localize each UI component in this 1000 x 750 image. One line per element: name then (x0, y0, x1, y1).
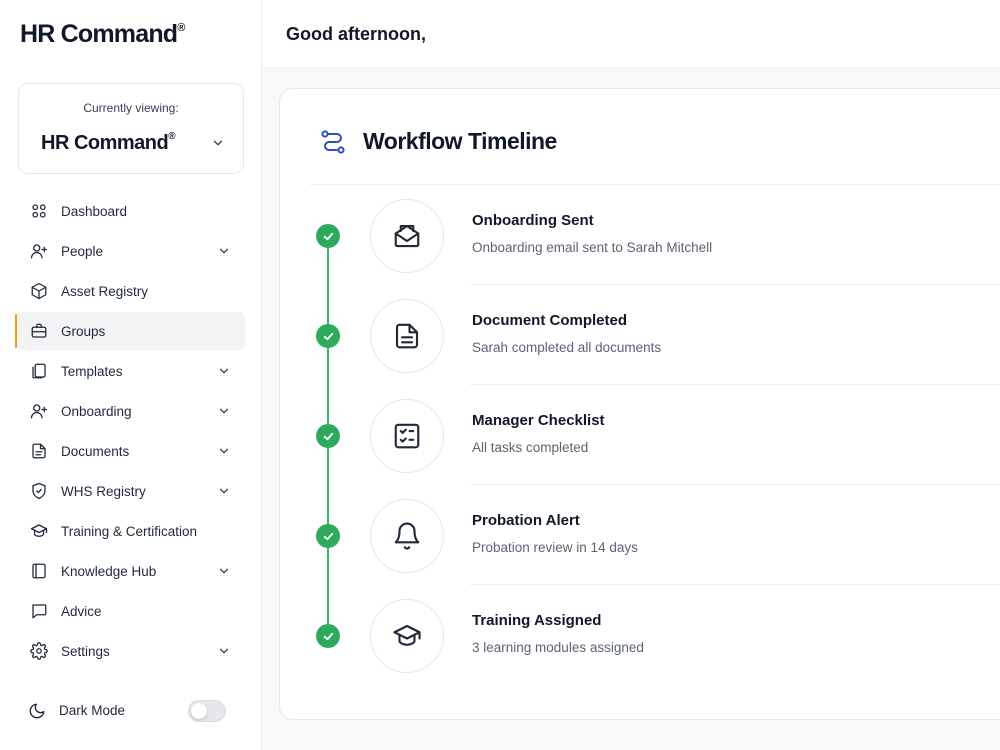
sidebar-item-label: Dashboard (61, 203, 128, 219)
moon-icon (29, 703, 45, 719)
event-title: Onboarding Sent (472, 212, 594, 229)
workflow-icon (321, 130, 345, 154)
event-title: Manager Checklist (472, 412, 605, 429)
timeline-event[interactable]: Document Completed Sarah completed all do… (280, 285, 1000, 385)
sidebar-item-label: Templates (61, 363, 123, 379)
org-registered-mark: ® (168, 131, 176, 143)
sidebar-item-training-and-certification[interactable]: Training & Certification (16, 512, 245, 550)
check-circle-icon (316, 224, 340, 248)
workflow-title: Workflow Timeline (363, 128, 557, 154)
dark-mode-toggle[interactable] (188, 700, 226, 722)
dark-mode-row: Dark Mode (28, 698, 228, 724)
graduation-cap-icon (370, 599, 444, 673)
document-icon (370, 299, 444, 373)
event-title: Probation Alert (472, 512, 580, 529)
check-circle-icon (316, 324, 340, 348)
sidebar: HR Command® Currently viewing: HR Comman… (0, 0, 262, 750)
sidebar-item-onboarding[interactable]: Onboarding (16, 392, 245, 430)
sidebar-item-label: Documents (61, 443, 130, 459)
brand-registered-mark: ® (177, 21, 185, 34)
timeline-event[interactable]: Probation Alert Probation review in 14 da… (280, 485, 1000, 585)
copy-icon (30, 362, 48, 380)
sidebar-nav: Dashboard People Asset Registry Groups Templ… (15, 192, 245, 672)
org-switcher-name: HR Command® (41, 131, 176, 155)
sidebar-item-label: Knowledge Hub (61, 563, 157, 579)
chevron-down-icon (213, 140, 223, 146)
timeline: Onboarding Sent Onboarding email sent to … (280, 185, 1000, 705)
event-description: 3 learning modules assigned (472, 640, 644, 655)
event-title: Training Assigned (472, 612, 602, 629)
workflow-timeline-card: Workflow Timeline Onboarding Sent Onboard… (279, 88, 1000, 720)
user-plus-icon (30, 242, 48, 260)
envelope-open-icon (370, 199, 444, 273)
bell-icon (370, 499, 444, 573)
greeting-text: Good afternoon, (286, 24, 426, 44)
sidebar-item-label: Groups (61, 323, 106, 339)
org-switcher[interactable]: Currently viewing: HR Command® (18, 83, 244, 174)
check-circle-icon (316, 424, 340, 448)
brand-name: HR Command (20, 20, 178, 48)
sidebar-item-documents[interactable]: Documents (16, 432, 245, 470)
sidebar-item-label: Settings (61, 643, 110, 659)
sidebar-item-label: Onboarding (61, 403, 132, 419)
event-description: Probation review in 14 days (472, 540, 638, 555)
sidebar-item-groups[interactable]: Groups (15, 312, 245, 350)
check-circle-icon (316, 624, 340, 648)
sidebar-item-label: WHS Registry (61, 483, 146, 499)
sidebar-item-label: Training & Certification (61, 523, 198, 539)
event-title: Document Completed (472, 312, 628, 329)
sidebar-item-dashboard[interactable]: Dashboard (16, 192, 245, 230)
checklist-icon (370, 399, 444, 473)
user-plus-icon (30, 402, 48, 420)
sidebar-item-asset-registry[interactable]: Asset Registry (16, 272, 245, 310)
chevron-down-icon[interactable] (217, 444, 231, 458)
graduation-cap-icon (30, 522, 48, 540)
top-header: Good afternoon, (262, 0, 1000, 68)
event-description: Onboarding email sent to Sarah Mitchell (472, 240, 713, 255)
timeline-event[interactable]: Training Assigned 3 learning modules assi… (280, 585, 1000, 685)
briefcase-icon (30, 322, 48, 340)
chat-bubble-icon (30, 602, 48, 620)
org-name-text: HR Command (41, 132, 169, 154)
file-icon (30, 442, 48, 460)
sidebar-item-label: Advice (61, 603, 102, 619)
chevron-down-icon[interactable] (217, 644, 231, 658)
event-description: All tasks completed (472, 440, 589, 455)
sidebar-item-people[interactable]: People (16, 232, 245, 270)
sidebar-item-label: People (61, 243, 104, 259)
org-switcher-caption: Currently viewing: (83, 101, 179, 115)
dark-mode-label: Dark Mode (59, 703, 126, 718)
shield-check-icon (30, 482, 48, 500)
check-circle-icon (316, 524, 340, 548)
chevron-down-icon[interactable] (217, 484, 231, 498)
sidebar-item-templates[interactable]: Templates (16, 352, 245, 390)
sidebar-item-settings[interactable]: Settings (16, 632, 245, 670)
chevron-down-icon[interactable] (217, 404, 231, 418)
book-icon (30, 562, 48, 580)
sidebar-item-advice[interactable]: Advice (16, 592, 245, 630)
grid-icon (30, 202, 48, 220)
box-icon (30, 282, 48, 300)
event-description: Sarah completed all documents (472, 340, 662, 355)
toggle-knob (191, 703, 207, 719)
sidebar-item-whs-registry[interactable]: WHS Registry (16, 472, 245, 510)
chevron-down-icon[interactable] (217, 564, 231, 578)
chevron-down-icon[interactable] (217, 364, 231, 378)
brand-logo[interactable]: HR Command® (20, 20, 185, 49)
timeline-event[interactable]: Onboarding Sent Onboarding email sent to … (280, 185, 1000, 285)
sidebar-item-knowledge-hub[interactable]: Knowledge Hub (16, 552, 245, 590)
chevron-down-icon[interactable] (217, 244, 231, 258)
gear-icon (30, 642, 48, 660)
timeline-event[interactable]: Manager Checklist All tasks completed (280, 385, 1000, 485)
sidebar-item-label: Asset Registry (61, 283, 149, 299)
